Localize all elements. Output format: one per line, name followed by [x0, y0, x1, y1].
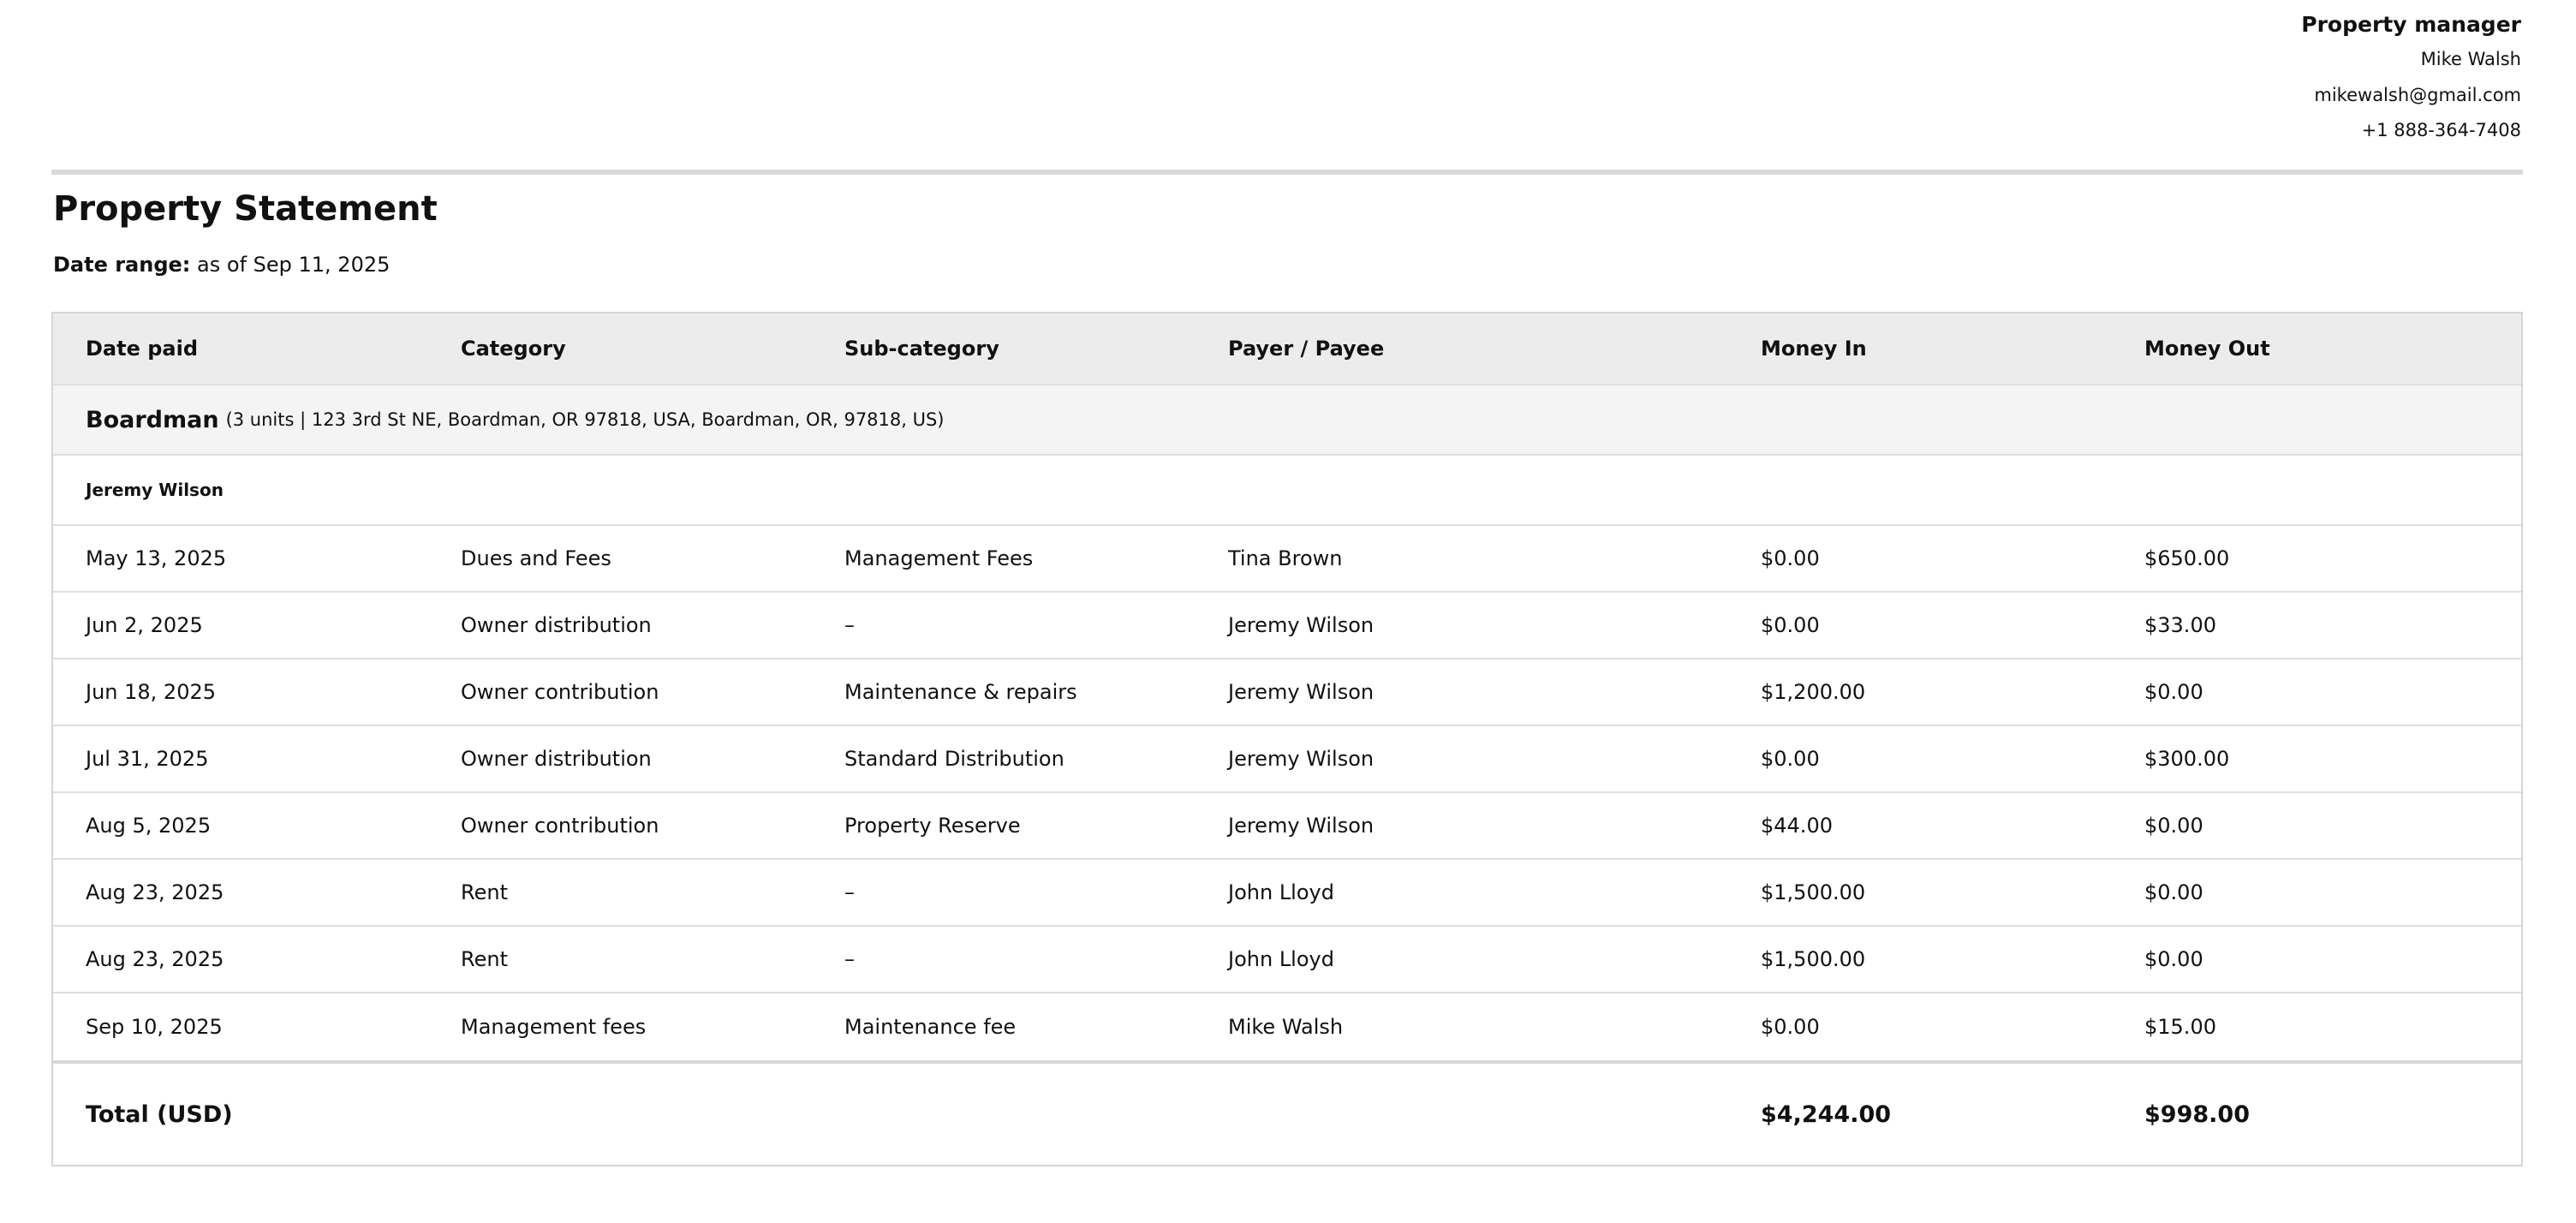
date-paid-cell: Jun 18, 2025	[86, 680, 217, 704]
date-paid-cell: Sep 10, 2025	[86, 1015, 223, 1039]
money-in-cell: $44.00	[1761, 814, 1833, 838]
header-category: Category	[461, 337, 566, 361]
table-row: Jun 2, 2025 Owner distribution – Jeremy Wil…	[53, 593, 2521, 659]
sub-category-cell: Management Fees	[844, 546, 1034, 570]
date-range: Date range: as of Sep 11, 2025	[53, 252, 390, 277]
date-paid-cell: Aug 5, 2025	[86, 814, 212, 838]
date-range-value: as of Sep 11, 2025	[197, 253, 391, 277]
sub-category-cell: –	[844, 880, 855, 904]
table-row: Sep 10, 2025 Management fees Maintenance f…	[53, 993, 2521, 1060]
money-in-cell: $1,500.00	[1761, 880, 1866, 904]
payer-payee-cell: Tina Brown	[1228, 546, 1343, 570]
date-paid-cell: Aug 23, 2025	[86, 880, 224, 904]
sub-category-cell: –	[844, 947, 855, 971]
table-row: Jun 18, 2025 Owner contribution Maintenanc…	[53, 659, 2521, 726]
category-cell: Management fees	[461, 1015, 647, 1039]
table-header-row: Date paid Category Sub-category Payer / …	[53, 313, 2521, 385]
date-range-label: Date range:	[53, 253, 191, 277]
statement-table: Date paid Category Sub-category Payer / …	[51, 312, 2523, 1166]
table-row: Aug 23, 2025 Rent – John Lloyd $1,500.00 $0.0…	[53, 927, 2521, 993]
money-out-cell: $650.00	[2144, 546, 2230, 570]
money-in-cell: $1,500.00	[1761, 947, 1866, 971]
page-title: Property Statement	[53, 189, 438, 229]
category-cell: Owner distribution	[461, 613, 652, 637]
manager-name: Mike Walsh	[2420, 49, 2521, 69]
money-in-cell: $0.00	[1761, 747, 1820, 771]
date-paid-cell: Jul 31, 2025	[86, 747, 209, 771]
sub-category-cell: Maintenance fee	[844, 1015, 1017, 1039]
date-paid-cell: Aug 23, 2025	[86, 947, 224, 971]
property-group-row: Boardman (3 units | 123 3rd St NE, Board…	[53, 385, 2521, 456]
sub-category-cell: Standard Distribution	[844, 747, 1064, 771]
header-date-paid: Date paid	[86, 337, 199, 361]
header-sub-category: Sub-category	[844, 337, 999, 361]
header-divider	[51, 170, 2523, 175]
property-details: (3 units | 123 3rd St NE, Boardman, OR 9…	[225, 409, 945, 430]
sub-category-cell: Property Reserve	[844, 814, 1021, 838]
total-money-in: $4,244.00	[1761, 1101, 1892, 1128]
owner-name: Jeremy Wilson	[86, 480, 224, 500]
transaction-rows: May 13, 2025 Dues and Fees Management Fees…	[53, 526, 2521, 1060]
total-row: Total (USD) $4,244.00 $998.00	[53, 1060, 2521, 1165]
payer-payee-cell: Jeremy Wilson	[1228, 680, 1374, 704]
property-name: Boardman	[86, 406, 219, 433]
table-row: May 13, 2025 Dues and Fees Management Fees…	[53, 526, 2521, 593]
money-out-cell: $0.00	[2144, 947, 2203, 971]
total-money-out: $998.00	[2144, 1101, 2250, 1128]
payer-payee-cell: Mike Walsh	[1228, 1015, 1344, 1039]
category-cell: Owner distribution	[461, 747, 652, 771]
category-cell: Rent	[461, 880, 508, 904]
money-out-cell: $15.00	[2144, 1015, 2216, 1039]
category-cell: Owner contribution	[461, 814, 659, 838]
header-payer-payee: Payer / Payee	[1228, 337, 1385, 361]
table-row: Jul 31, 2025 Owner distribution Standard D…	[53, 726, 2521, 793]
total-label: Total (USD)	[86, 1101, 233, 1128]
header-money-out: Money Out	[2144, 337, 2270, 361]
table-row: Aug 5, 2025 Owner contribution Property Re…	[53, 793, 2521, 860]
date-paid-cell: May 13, 2025	[86, 546, 227, 570]
payer-payee-cell: John Lloyd	[1228, 880, 1334, 904]
category-cell: Rent	[461, 947, 508, 971]
category-cell: Owner contribution	[461, 680, 659, 704]
owner-row: Jeremy Wilson	[53, 456, 2521, 526]
manager-email: mikewalsh@gmail.com	[2314, 84, 2521, 105]
header-money-in: Money In	[1761, 337, 1867, 361]
money-out-cell: $0.00	[2144, 814, 2203, 838]
property-manager-heading: Property manager	[2301, 12, 2521, 37]
sub-category-cell: Maintenance & repairs	[844, 680, 1077, 704]
money-out-cell: $33.00	[2144, 613, 2216, 637]
money-out-cell: $300.00	[2144, 747, 2230, 771]
sub-category-cell: –	[844, 613, 855, 637]
money-in-cell: $0.00	[1761, 613, 1820, 637]
date-paid-cell: Jun 2, 2025	[86, 613, 203, 637]
manager-phone: +1 888-364-7408	[2361, 120, 2521, 140]
category-cell: Dues and Fees	[461, 546, 611, 570]
property-manager-block: Property manager Mike Walsh mikewalsh@gm…	[2301, 12, 2521, 155]
payer-payee-cell: Jeremy Wilson	[1228, 814, 1374, 838]
money-out-cell: $0.00	[2144, 880, 2203, 904]
money-in-cell: $1,200.00	[1761, 680, 1866, 704]
table-row: Aug 23, 2025 Rent – John Lloyd $1,500.00 $0.0…	[53, 860, 2521, 927]
payer-payee-cell: John Lloyd	[1228, 947, 1334, 971]
payer-payee-cell: Jeremy Wilson	[1228, 747, 1374, 771]
money-in-cell: $0.00	[1761, 546, 1820, 570]
payer-payee-cell: Jeremy Wilson	[1228, 613, 1374, 637]
money-in-cell: $0.00	[1761, 1015, 1820, 1039]
money-out-cell: $0.00	[2144, 680, 2203, 704]
